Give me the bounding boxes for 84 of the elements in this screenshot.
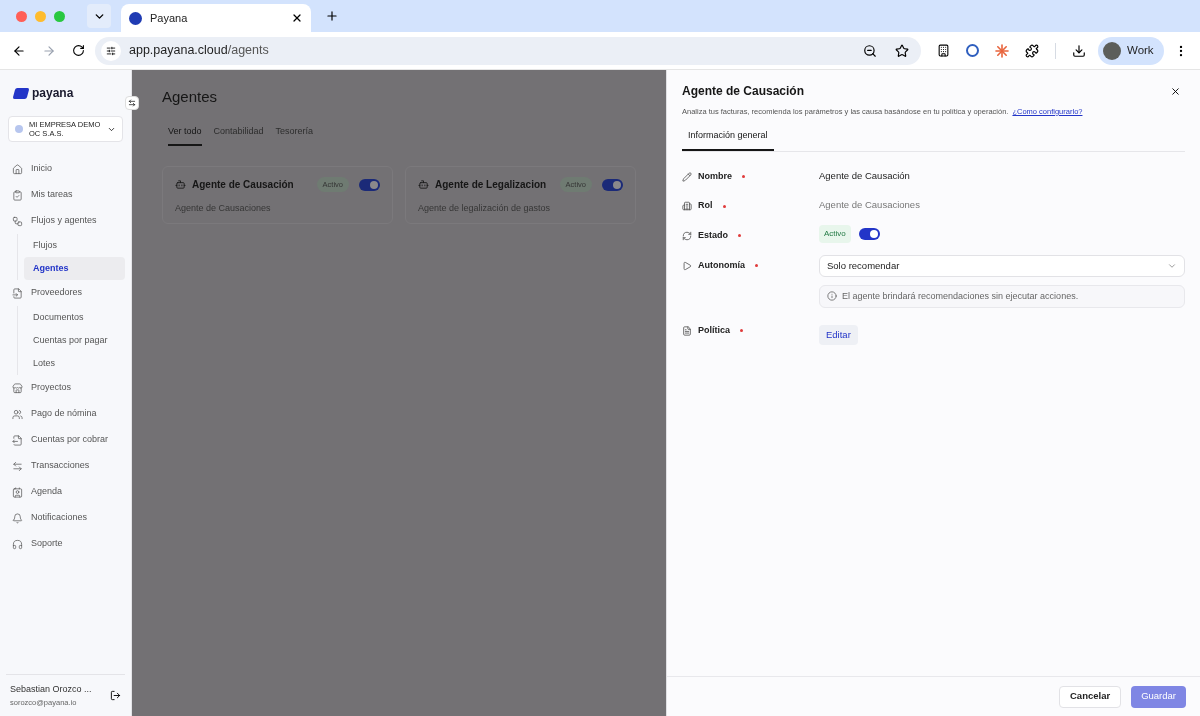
zoom-icon[interactable] [863, 43, 877, 58]
field-icon [682, 260, 692, 271]
sidebar-item[interactable]: Cuentas por cobrar [6, 427, 125, 453]
name-value: Agente de Causación [819, 168, 911, 183]
robot-icon [175, 179, 186, 191]
logo-icon [12, 87, 30, 99]
sidebar-item[interactable]: Mis tareas [6, 182, 125, 208]
field-icon [682, 201, 692, 211]
nav-icon [12, 287, 23, 299]
logout-icon[interactable] [110, 690, 121, 702]
favicon-icon [129, 11, 142, 25]
company-icon [15, 125, 23, 133]
tab[interactable]: Información general [682, 129, 774, 151]
toggle-switch[interactable] [858, 227, 880, 240]
sidebar-item[interactable]: Flujos y agentes [6, 208, 125, 234]
extension-icon[interactable] [966, 44, 979, 57]
avatar-icon [1103, 41, 1121, 60]
panel-title: Agente de Causación [682, 83, 806, 100]
field-label: Política [698, 323, 730, 337]
field-label: Nombre [698, 169, 732, 183]
toggle-switch[interactable] [359, 178, 380, 191]
nav-icon [12, 215, 23, 227]
field-label: Rol [698, 199, 713, 213]
back-icon[interactable] [12, 43, 26, 58]
sidebar-item[interactable]: Agenda [6, 479, 125, 505]
extensions-icon[interactable] [1025, 43, 1039, 58]
edit-button[interactable]: Editar [819, 324, 858, 345]
sparkle-icon[interactable] [995, 43, 1009, 58]
user-name: Sebastian Orozco ... [10, 683, 93, 697]
new-tab-icon[interactable] [325, 9, 339, 23]
sidebar-item[interactable]: Transacciones [6, 453, 125, 479]
close-icon[interactable] [291, 12, 303, 24]
sidebar-item[interactable]: Proyectos [6, 375, 125, 401]
download-icon[interactable] [1072, 43, 1086, 58]
nav-icon [12, 486, 23, 498]
browser-tab[interactable]: Payana [121, 4, 311, 32]
collapse-button[interactable] [125, 96, 139, 110]
nav-icon [12, 382, 23, 394]
card-title: Agente de Causación [192, 178, 295, 193]
status-badge: Activo [819, 224, 851, 243]
nav-icon [12, 512, 23, 524]
sidebar-subitem[interactable]: Flujos [24, 234, 125, 257]
address-bar[interactable]: app.payana.cloud/agents [95, 36, 921, 65]
extension-icon[interactable] [937, 44, 950, 57]
select-field[interactable]: Solo recomendar [819, 254, 1185, 277]
info-icon [827, 291, 837, 302]
sidebar-item[interactable]: Pago de nómina [6, 401, 125, 427]
sidebar-subitem[interactable]: Cuentas por pagar [24, 329, 125, 352]
field-label: Estado [698, 228, 728, 242]
tab-list-button[interactable] [87, 4, 111, 28]
page-title: Agentes [162, 87, 219, 107]
field-icon [682, 171, 692, 182]
profile-button[interactable]: Work [1098, 36, 1164, 65]
tab-title: Payana [150, 10, 189, 26]
field-label: Autonomía [698, 258, 745, 272]
card-title: Agente de Legalizacion [435, 178, 548, 193]
cancel-button[interactable]: Cancelar [1059, 685, 1122, 708]
close-icon[interactable] [1170, 86, 1181, 97]
collapse-icon [128, 99, 136, 107]
sidebar-subitem[interactable]: Lotes [24, 352, 125, 375]
nav-icon [12, 408, 23, 420]
logo-text: payana [32, 85, 74, 102]
nav-icon [12, 189, 23, 201]
sidebar-item[interactable]: Inicio [6, 156, 125, 182]
field-icon [682, 325, 692, 336]
sidebar-item[interactable]: Notificaciones [6, 505, 125, 531]
hint-box: El agente brindará recomendaciones sin ejecutar acciones. [819, 284, 1185, 308]
star-icon[interactable] [895, 43, 909, 58]
toggle-switch[interactable] [602, 178, 623, 191]
sidebar-item[interactable]: Proveedores [6, 280, 125, 306]
sidebar-item[interactable]: Soporte [6, 531, 125, 557]
nav-icon [12, 434, 23, 446]
tab[interactable]: Ver todo [168, 124, 202, 146]
robot-icon [418, 179, 429, 191]
reload-icon[interactable] [72, 44, 85, 57]
nav-icon [12, 163, 23, 175]
role-value: Agente de Causaciones [819, 198, 921, 213]
sidebar-subitem[interactable]: Agentes [24, 257, 125, 280]
nav-icon [12, 538, 23, 550]
site-info-icon[interactable] [106, 45, 116, 56]
url-text: app.payana.cloud/agents [129, 42, 270, 60]
nav-icon [12, 460, 23, 472]
field-icon [682, 230, 692, 241]
sidebar-subitem[interactable]: Documentos [24, 306, 125, 329]
